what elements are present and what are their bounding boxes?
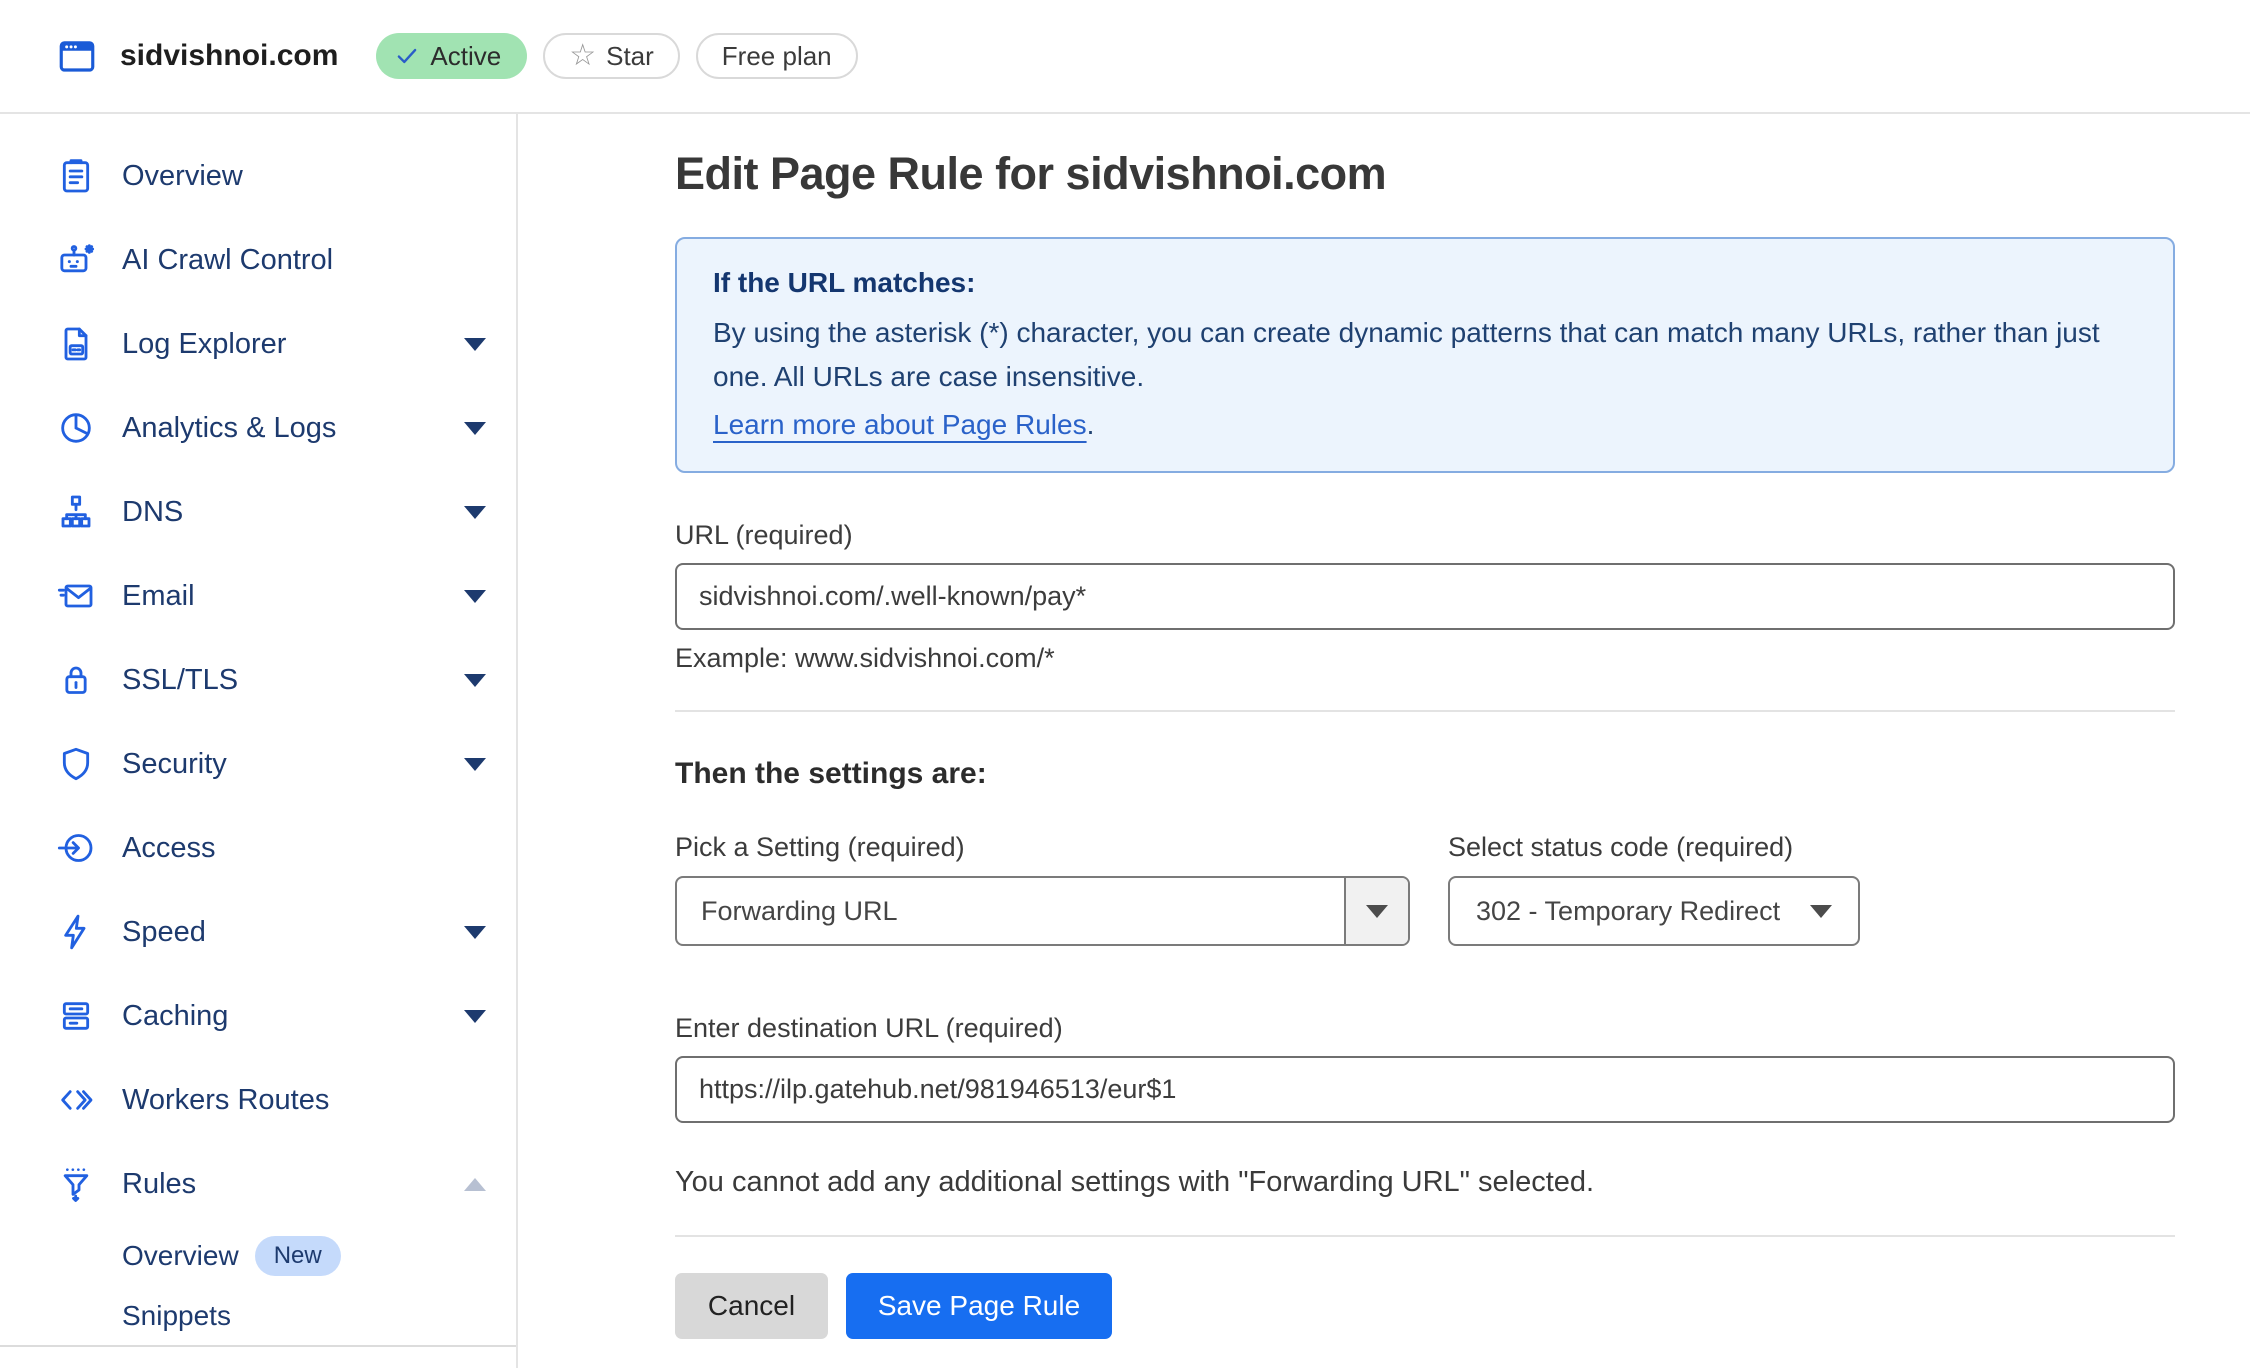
network-tree-icon: [56, 492, 96, 532]
actions-divider: [675, 1235, 2175, 1237]
browser-window-icon: [56, 35, 98, 77]
sidebar-item-workers-routes[interactable]: Workers Routes: [0, 1058, 516, 1142]
chevron-down-icon: [464, 758, 486, 771]
destination-url-input[interactable]: [675, 1056, 2175, 1123]
sidebar-item-caching[interactable]: Caching: [0, 974, 516, 1058]
url-match-info-box: If the URL matches: By using the asteris…: [675, 237, 2175, 473]
sidebar-item-dns[interactable]: DNS: [0, 470, 516, 554]
status-select-value: 302 - Temporary Redirect: [1476, 896, 1780, 927]
zone-header: sidvishnoi.com Active ☆ Star Free plan: [0, 0, 2250, 114]
login-arrow-icon: [56, 828, 96, 868]
lightning-icon: [56, 912, 96, 952]
site-name: sidvishnoi.com: [120, 39, 338, 73]
sidebar-bottom-divider: [0, 1345, 516, 1347]
sidebar-item-snippets[interactable]: Snippets: [0, 1286, 516, 1346]
chevron-down-icon: [464, 674, 486, 687]
sidebar-item-rules[interactable]: Rules: [0, 1142, 516, 1226]
info-box-link-line: Learn more about Page Rules.: [713, 405, 2137, 445]
chevron-down-icon: [1344, 878, 1408, 944]
url-example-text: Example: www.sidvishnoi.com/*: [675, 642, 2175, 674]
sidebar-item-analytics-logs[interactable]: Analytics & Logs: [0, 386, 516, 470]
code-brackets-icon: [56, 1080, 96, 1120]
setting-select-value: Forwarding URL: [677, 896, 1344, 927]
chevron-down-icon: [464, 590, 486, 603]
pie-chart-icon: [56, 408, 96, 448]
setting-select-label: Pick a Setting (required): [675, 831, 1410, 863]
status-code-select[interactable]: 302 - Temporary Redirect: [1448, 876, 1860, 946]
url-input[interactable]: [675, 563, 2175, 630]
page-title: Edit Page Rule for sidvishnoi.com: [675, 148, 2175, 200]
chevron-down-icon: [464, 422, 486, 435]
sidebar-item-speed[interactable]: Speed: [0, 890, 516, 974]
funnel-icon: [56, 1164, 96, 1204]
status-select-label: Select status code (required): [1448, 831, 1860, 863]
new-badge: New: [255, 1236, 341, 1276]
chevron-down-icon: [464, 1010, 486, 1023]
star-button[interactable]: ☆ Star: [543, 33, 680, 79]
sidebar-item-rules-overview[interactable]: Overview New: [0, 1226, 516, 1286]
url-field-label: URL (required): [675, 519, 2175, 551]
email-icon: [56, 576, 96, 616]
chevron-up-icon: [464, 1178, 486, 1191]
status-badge: Active: [376, 33, 527, 79]
chevron-down-icon: [464, 506, 486, 519]
setting-select[interactable]: Forwarding URL: [675, 876, 1410, 946]
sidebar-item-email[interactable]: Email: [0, 554, 516, 638]
info-box-heading: If the URL matches:: [713, 263, 2137, 303]
sidebar-item-overview[interactable]: Overview: [0, 134, 516, 218]
chevron-down-icon: [1810, 905, 1832, 918]
settings-heading: Then the settings are:: [675, 756, 2175, 791]
log-file-icon: [56, 324, 96, 364]
check-icon: [394, 43, 420, 69]
cloudflare-dashboard: sidvishnoi.com Active ☆ Star Free plan O…: [0, 0, 2250, 1368]
shield-icon: [56, 744, 96, 784]
sidebar-item-log-explorer[interactable]: Log Explorer: [0, 302, 516, 386]
destination-field-label: Enter destination URL (required): [675, 1012, 2175, 1044]
section-divider: [675, 710, 2175, 712]
robot-icon: [56, 240, 96, 280]
star-icon: ☆: [569, 41, 596, 71]
chevron-down-icon: [464, 926, 486, 939]
setting-column: Pick a Setting (required) Forwarding URL: [675, 831, 1410, 946]
sidebar-item-ssl-tls[interactable]: SSL/TLS: [0, 638, 516, 722]
action-buttons: Cancel Save Page Rule: [675, 1273, 2175, 1339]
main-content: Edit Page Rule for sidvishnoi.com If the…: [518, 114, 2250, 1368]
server-stack-icon: [56, 996, 96, 1036]
clipboard-icon: [56, 156, 96, 196]
forwarding-note: You cannot add any additional settings w…: [675, 1165, 2175, 1199]
sidebar-item-access[interactable]: Access: [0, 806, 516, 890]
sidebar: Overview AI Crawl Control Log Explor: [0, 114, 518, 1368]
status-column: Select status code (required) 302 - Temp…: [1448, 831, 1860, 946]
save-page-rule-button[interactable]: Save Page Rule: [846, 1273, 1112, 1339]
info-box-body: By using the asterisk (*) character, you…: [713, 311, 2137, 399]
settings-row: Pick a Setting (required) Forwarding URL…: [675, 831, 2175, 946]
cancel-button[interactable]: Cancel: [675, 1273, 828, 1339]
sidebar-item-ai-crawl-control[interactable]: AI Crawl Control: [0, 218, 516, 302]
sidebar-item-security[interactable]: Security: [0, 722, 516, 806]
chevron-down-icon: [464, 338, 486, 351]
plan-badge[interactable]: Free plan: [696, 33, 858, 79]
learn-more-link[interactable]: Learn more about Page Rules: [713, 409, 1087, 440]
lock-icon: [56, 660, 96, 700]
